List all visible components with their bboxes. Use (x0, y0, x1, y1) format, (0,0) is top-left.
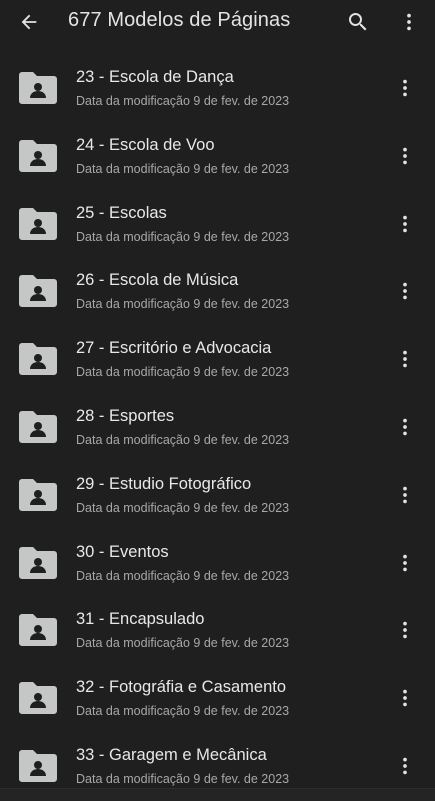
more-vert-icon (403, 757, 407, 775)
more-vert-icon (403, 486, 407, 504)
list-item[interactable]: 31 - Encapsulado Data da modificação 9 de… (0, 596, 435, 664)
shared-folder-icon (19, 478, 57, 511)
arrow-back-icon (21, 14, 37, 30)
file-name: 27 - Escritório e Advocacia (76, 339, 272, 358)
more-options-button[interactable] (393, 616, 417, 644)
file-name: 32 - Fotográfia e Casamento (76, 678, 287, 697)
file-name: 31 - Encapsulado (76, 610, 205, 629)
more-options-button[interactable] (393, 142, 417, 170)
shared-folder-icon (19, 343, 57, 376)
more-options-button[interactable] (393, 277, 417, 305)
search-icon (349, 13, 367, 31)
modified-date: Data da modificação 9 de fev. de 2023 (76, 568, 290, 583)
list-item[interactable]: 23 - Escola de Dança Data da modificação … (0, 54, 435, 122)
more-options-button[interactable] (393, 74, 417, 102)
shared-folder-icon (19, 546, 57, 579)
modified-date: Data da modificação 9 de fev. de 2023 (76, 636, 290, 651)
file-list: 23 - Escola de Dança Data da modificação … (0, 54, 435, 800)
page-title: 677 Modelos de Páginas (68, 9, 291, 31)
modified-date: Data da modificação 9 de fev. de 2023 (76, 704, 290, 719)
more-options-button[interactable] (393, 345, 417, 373)
more-options-button[interactable] (393, 210, 417, 238)
shared-folder-icon (19, 207, 57, 240)
shared-folder-icon (19, 614, 57, 647)
list-item[interactable]: 26 - Escola de Música Data da modificação… (0, 257, 435, 325)
modified-date: Data da modificação 9 de fev. de 2023 (76, 500, 290, 515)
list-item[interactable]: 32 - Fotográfia e Casamento Data da modif… (0, 664, 435, 732)
more-vert-icon (403, 622, 407, 639)
list-item[interactable]: 29 - Estudio Fotográfico Data da modifica… (0, 461, 435, 529)
overflow-menu-button[interactable] (396, 8, 422, 36)
list-item[interactable]: 27 - Escritório e Advocacia Data da modif… (0, 325, 435, 393)
more-vert-icon (403, 215, 407, 232)
file-name: 30 - Eventos (76, 542, 169, 561)
more-vert-icon (403, 418, 407, 436)
more-options-button[interactable] (393, 684, 417, 712)
file-name: 26 - Escola de Música (76, 271, 239, 290)
more-options-button[interactable] (393, 549, 417, 577)
shared-folder-icon (19, 139, 57, 172)
list-item[interactable]: 28 - Esportes Data da modificação 9 de fe… (0, 393, 435, 461)
more-vert-icon (403, 689, 407, 707)
more-vert-icon (403, 350, 407, 368)
modified-date: Data da modificação 9 de fev. de 2023 (76, 432, 290, 447)
more-options-button[interactable] (393, 481, 417, 509)
shared-folder-icon (19, 410, 57, 443)
file-name: 33 - Garagem e Mecânica (76, 745, 267, 764)
modified-date: Data da modificação 9 de fev. de 2023 (76, 297, 290, 312)
list-item[interactable]: 25 - Escolas Data da modificação 9 de fev… (0, 190, 435, 258)
shared-folder-icon (19, 275, 57, 308)
file-name: 29 - Estudio Fotográfico (76, 474, 252, 493)
more-vert-icon (403, 554, 407, 571)
app-bar: 677 Modelos de Páginas (0, 0, 435, 44)
more-vert-icon (403, 283, 407, 300)
modified-date: Data da modificação 9 de fev. de 2023 (76, 229, 290, 244)
file-name: 28 - Esportes (76, 406, 175, 425)
list-item[interactable]: 30 - Eventos Data da modificação 9 de fev… (0, 529, 435, 597)
file-name: 24 - Escola de Voo (76, 135, 215, 154)
more-options-button[interactable] (393, 413, 417, 441)
file-name: 23 - Escola de Dança (76, 68, 234, 86)
modified-date: Data da modificação 9 de fev. de 2023 (76, 94, 290, 108)
modified-date: Data da modificação 9 de fev. de 2023 (76, 771, 290, 786)
modified-date: Data da modificação 9 de fev. de 2023 (76, 161, 290, 176)
search-button[interactable] (343, 8, 373, 36)
modified-date: Data da modificação 9 de fev. de 2023 (76, 365, 290, 380)
more-vert-icon (403, 79, 407, 97)
back-button[interactable] (14, 8, 44, 36)
more-vert-icon (403, 147, 407, 165)
shared-folder-icon (19, 682, 57, 715)
more-vert-icon (407, 13, 411, 31)
bottom-edge (0, 788, 435, 801)
file-name: 25 - Escolas (76, 203, 167, 222)
more-options-button[interactable] (393, 752, 417, 780)
shared-folder-icon (19, 749, 57, 782)
shared-folder-icon (19, 72, 57, 104)
list-item[interactable]: 24 - Escola de Voo Data da modificação 9 … (0, 122, 435, 190)
